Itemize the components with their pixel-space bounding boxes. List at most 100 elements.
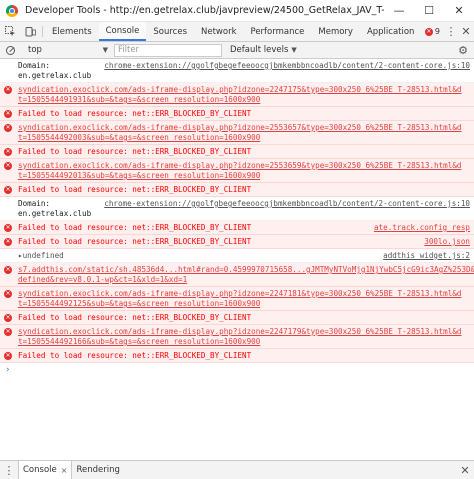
resource-link[interactable]: syndication.exoclick.com/ads-iframe-disp… xyxy=(18,161,470,171)
source-link[interactable]: addthis_widget.js:2 xyxy=(383,251,470,261)
more-options-icon[interactable]: ⋮ xyxy=(444,25,458,38)
console-log-message: ▸undefined addthis_widget.js:2 xyxy=(0,249,474,263)
error-text: Failed to load resource: net::ERR_BLOCKE… xyxy=(18,147,252,156)
tab-memory[interactable]: Memory xyxy=(311,22,360,41)
close-drawer-icon[interactable]: ✕ xyxy=(456,461,474,479)
inspect-element-icon[interactable] xyxy=(0,22,20,41)
error-icon: ✕ xyxy=(4,314,12,322)
resource-link-cont[interactable]: t=1505544492125&sub=&tags=&screen_resolu… xyxy=(18,299,470,309)
console-error-message: ✕ Failed to load resource: net::ERR_BLOCK… xyxy=(0,235,474,249)
device-toolbar-icon[interactable] xyxy=(20,22,40,41)
console-error-message: ✕ syndication.exoclick.com/ads-iframe-dis… xyxy=(0,325,474,349)
error-icon: ✕ xyxy=(4,266,12,274)
error-icon: ✕ xyxy=(4,86,12,94)
console-error-message: ✕ syndication.exoclick.com/ads-iframe-dis… xyxy=(0,121,474,145)
console-error-message: ✕ syndication.exoclick.com/ads-iframe-dis… xyxy=(0,159,474,183)
console-log-message: Domain: chrome-extension://ggolfgbegefeeo… xyxy=(0,59,474,83)
error-text: Failed to load resource: net::ERR_BLOCKE… xyxy=(18,223,252,232)
source-link[interactable]: chrome-extension://ggolfgbegefeeoocgjbmk… xyxy=(104,61,470,71)
resource-link[interactable]: syndication.exoclick.com/ads-iframe-disp… xyxy=(18,289,470,299)
source-link[interactable]: ate.track.config_resp xyxy=(374,223,470,233)
close-devtools-icon[interactable]: ✕ xyxy=(458,25,474,38)
gear-icon[interactable]: ⚙ xyxy=(458,44,468,57)
log-text: Domain: xyxy=(18,199,51,208)
drawer-menu-icon[interactable]: ⋮ xyxy=(0,461,18,479)
resource-link[interactable]: syndication.exoclick.com/ads-iframe-disp… xyxy=(18,85,470,95)
error-text: Failed to load resource: net::ERR_BLOCKE… xyxy=(18,237,252,246)
log-text-cont: en.getrelax.club xyxy=(18,209,92,218)
message-list: Domain: chrome-extension://ggolfgbegefeeo… xyxy=(0,59,474,363)
console-log-message: Domain: chrome-extension://ggolfgbegefeeo… xyxy=(0,197,474,221)
error-icon: ✕ xyxy=(4,352,12,360)
close-tab-icon[interactable]: × xyxy=(61,466,68,475)
console-error-message: ✕ Failed to load resource: net::ERR_BLOCK… xyxy=(0,145,474,159)
drawer-tab-rendering[interactable]: Rendering xyxy=(72,461,123,479)
resource-link[interactable]: s7.addthis.com/static/sh.48536d4...html#… xyxy=(18,265,474,275)
drawer-tab-bar: ⋮ Console × Rendering ✕ xyxy=(0,460,474,479)
source-link[interactable]: chrome-extension://ggolfgbegefeeoocgjbmk… xyxy=(104,199,470,209)
drawer-tab-console-label: Console xyxy=(23,465,57,475)
tab-network[interactable]: Network xyxy=(194,22,244,41)
resource-link[interactable]: syndication.exoclick.com/ads-iframe-disp… xyxy=(18,327,470,337)
resource-link-cont[interactable]: t=1505544492166&sub=&tags=&screen_resolu… xyxy=(18,337,470,347)
error-icon: ✕ xyxy=(4,186,12,194)
error-text: Failed to load resource: net::ERR_BLOCKE… xyxy=(18,313,252,322)
clear-console-icon[interactable] xyxy=(0,45,20,55)
error-count: 9 xyxy=(434,27,440,36)
error-text: Failed to load resource: net::ERR_BLOCKE… xyxy=(18,351,252,360)
error-text: Failed to load resource: net::ERR_BLOCKE… xyxy=(18,109,252,118)
resource-link[interactable]: syndication.exoclick.com/ads-iframe-disp… xyxy=(18,123,470,133)
error-icon: ✕ xyxy=(4,290,12,298)
context-value: top xyxy=(28,45,42,55)
tab-console[interactable]: Console xyxy=(98,22,147,41)
error-icon: ✕ xyxy=(4,110,12,118)
error-icon: ✕ xyxy=(4,148,12,156)
window-title: Developer Tools - http://en.getrelax.clu… xyxy=(25,5,384,16)
tab-sources[interactable]: Sources xyxy=(146,22,194,41)
log-text[interactable]: ▸undefined xyxy=(18,251,64,261)
levels-dropdown[interactable]: Default levels ▼ xyxy=(230,45,297,55)
source-link[interactable]: 300lo.json xyxy=(424,237,470,247)
console-output[interactable]: Domain: chrome-extension://ggolfgbegefeeo… xyxy=(0,59,474,455)
console-error-message: ✕ Failed to load resource: net::ERR_BLOCK… xyxy=(0,221,474,235)
filter-input[interactable]: Filter xyxy=(114,43,222,57)
context-selector[interactable]: top ▼ xyxy=(20,45,112,55)
console-error-message: ✕ s7.addthis.com/static/sh.48536d4...html… xyxy=(0,263,474,287)
console-error-message: ✕ Failed to load resource: net::ERR_BLOCK… xyxy=(0,349,474,363)
error-icon: ✕ xyxy=(4,224,12,232)
error-counter[interactable]: ✕ 9 xyxy=(424,27,440,36)
error-icon: ✕ xyxy=(4,124,12,132)
devtools-tab-bar: Elements Console Sources Network Perform… xyxy=(0,22,474,42)
error-text: Failed to load resource: net::ERR_BLOCKE… xyxy=(18,185,252,194)
console-error-message: ✕ syndication.exoclick.com/ads-iframe-dis… xyxy=(0,287,474,311)
chevron-down-icon: ▼ xyxy=(102,46,108,54)
chrome-logo-icon xyxy=(5,4,19,18)
tab-application[interactable]: Application xyxy=(360,22,422,41)
tab-performance[interactable]: Performance xyxy=(244,22,312,41)
close-window-button[interactable]: ✕ xyxy=(444,0,474,22)
console-error-message: ✕ syndication.exoclick.com/ads-iframe-dis… xyxy=(0,83,474,107)
resource-link-cont[interactable]: t=1505544492013&sub=&tags=&screen_resolu… xyxy=(18,171,470,181)
maximize-button[interactable]: ☐ xyxy=(414,0,444,22)
chevron-down-icon: ▼ xyxy=(291,46,297,54)
minimize-button[interactable]: — xyxy=(384,0,414,22)
title-bar: Developer Tools - http://en.getrelax.clu… xyxy=(0,0,474,22)
levels-label: Default levels xyxy=(230,45,289,55)
console-error-message: ✕ Failed to load resource: net::ERR_BLOCK… xyxy=(0,311,474,325)
console-toolbar: top ▼ Filter Default levels ▼ ⚙ xyxy=(0,42,474,59)
error-icon: ✕ xyxy=(4,328,12,336)
resource-link-cont[interactable]: defined&rev=v8.0.1-wp&ct=1&xld=1&xd=1 xyxy=(18,275,470,285)
log-text: Domain: xyxy=(18,61,51,70)
resource-link-cont[interactable]: t=1505544492003&sub=&tags=&screen_resolu… xyxy=(18,133,470,143)
error-icon: ✕ xyxy=(4,162,12,170)
log-text-cont: en.getrelax.club xyxy=(18,71,92,80)
resource-link-cont[interactable]: t=1505544491931&sub=&tags=&screen_resolu… xyxy=(18,95,470,105)
tab-separator xyxy=(42,26,43,37)
console-error-message: ✕ Failed to load resource: net::ERR_BLOCK… xyxy=(0,107,474,121)
console-prompt[interactable]: › xyxy=(0,363,474,375)
error-icon: ✕ xyxy=(4,238,12,246)
console-error-message: ✕ Failed to load resource: net::ERR_BLOCK… xyxy=(0,183,474,197)
error-icon: ✕ xyxy=(424,27,433,36)
drawer-tab-console[interactable]: Console × xyxy=(18,461,73,479)
tab-elements[interactable]: Elements xyxy=(45,22,99,41)
